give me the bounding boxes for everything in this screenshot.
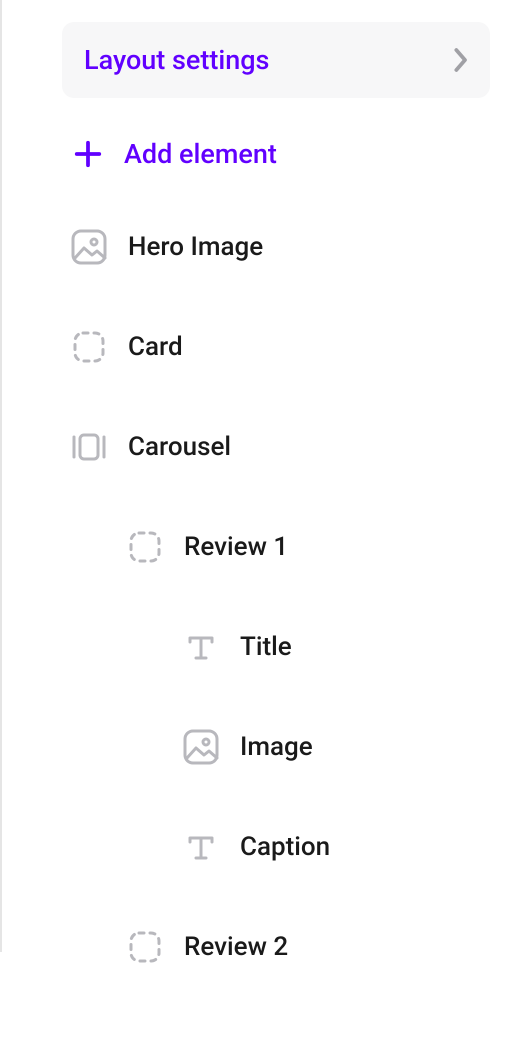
add-element-label: Add element — [124, 138, 277, 170]
image-icon — [182, 728, 220, 766]
layout-settings-header[interactable]: Layout settings — [62, 22, 490, 98]
placeholder-icon — [126, 928, 164, 966]
layout-panel: Layout settings Add element Hero Image — [2, 0, 520, 1042]
tree-item-carousel[interactable]: Carousel — [62, 420, 490, 474]
tree-item-caption[interactable]: Caption — [174, 820, 490, 874]
tree-item-title[interactable]: Title — [174, 620, 490, 674]
tree-item-label: Hero Image — [128, 232, 263, 262]
tree-item-image[interactable]: Image — [174, 720, 490, 774]
plus-icon — [70, 136, 106, 172]
image-icon — [70, 228, 108, 266]
element-tree: Hero Image Card Carousel — [62, 220, 490, 1020]
add-element-button[interactable]: Add element — [62, 126, 490, 182]
tree-item-label: Title — [240, 632, 292, 662]
layout-settings-title: Layout settings — [84, 44, 269, 76]
text-icon — [182, 828, 220, 866]
tree-item-card[interactable]: Card — [62, 320, 490, 374]
placeholder-icon — [70, 328, 108, 366]
chevron-right-icon — [454, 48, 468, 72]
tree-item-label: Card — [128, 332, 183, 362]
tree-item-review-1[interactable]: Review 1 — [118, 520, 490, 574]
tree-item-review-2[interactable]: Review 2 — [118, 920, 490, 974]
tree-item-label: Review 2 — [184, 932, 288, 962]
tree-item-label: Review 1 — [184, 532, 288, 562]
tree-item-label: Carousel — [128, 432, 231, 462]
tree-item-label: Image — [240, 732, 313, 762]
carousel-icon — [70, 428, 108, 466]
tree-item-label: Caption — [240, 832, 330, 862]
placeholder-icon — [126, 528, 164, 566]
tree-item-hero-image[interactable]: Hero Image — [62, 220, 490, 274]
text-icon — [182, 628, 220, 666]
